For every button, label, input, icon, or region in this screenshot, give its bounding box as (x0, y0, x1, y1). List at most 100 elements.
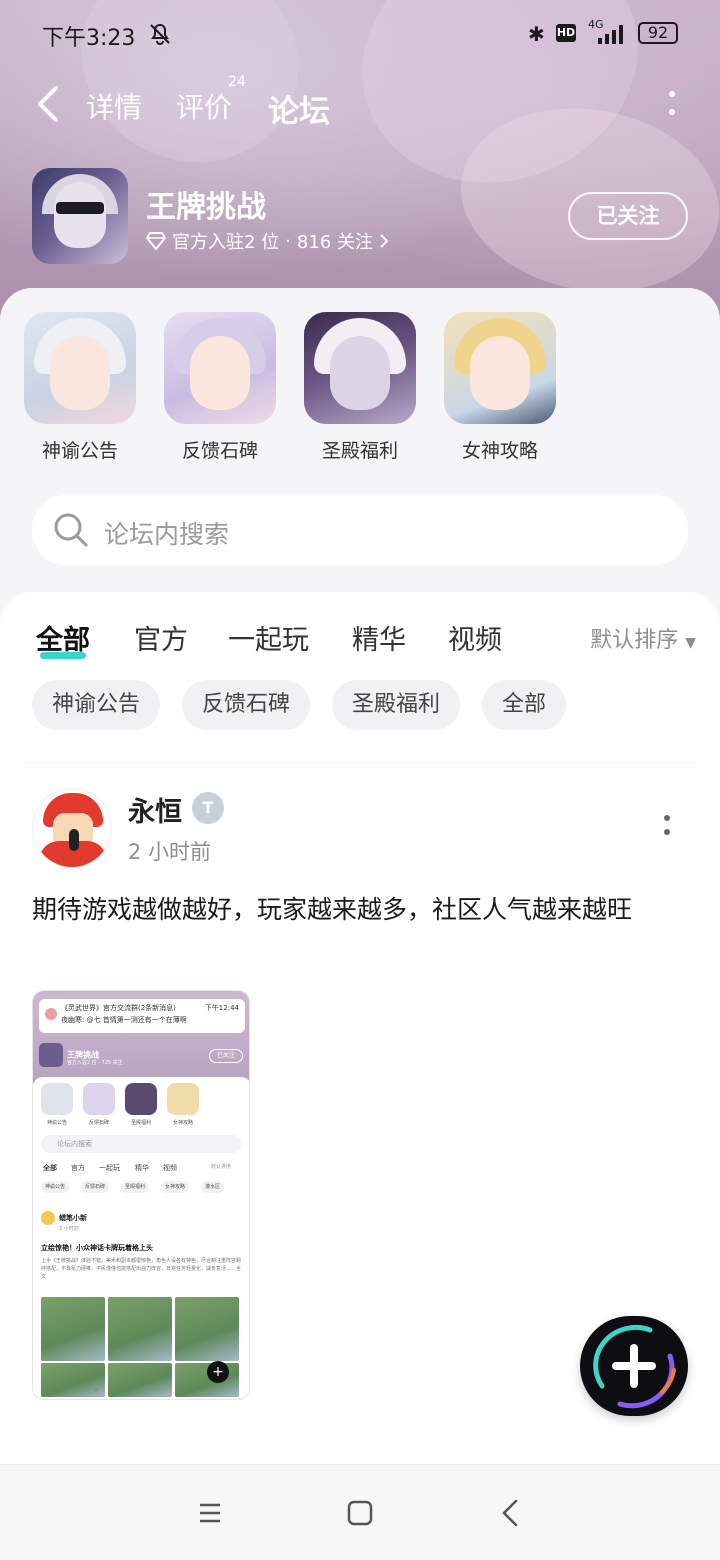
divider (24, 762, 696, 763)
tab-forum[interactable]: 论坛 (268, 86, 330, 131)
image-section-label: 女神攻略 (172, 1120, 193, 1126)
image-photo-grid (41, 1297, 241, 1397)
tab-details[interactable]: 详情 (86, 86, 142, 126)
image-sort: 默认排序 (211, 1164, 232, 1170)
tab-reviews[interactable]: 评价 (176, 86, 232, 126)
feed-tab-featured[interactable]: 精华 (352, 618, 406, 657)
back-icon[interactable] (492, 1495, 528, 1531)
system-nav-bar (0, 1464, 720, 1560)
section-announcements[interactable]: 神谕公告 (24, 312, 136, 463)
menu-icon[interactable] (192, 1495, 228, 1531)
plus-icon (630, 1344, 638, 1388)
create-post-button[interactable] (580, 1316, 688, 1416)
image-tab: 官方 (71, 1164, 85, 1172)
image-user: 蜡笔小新 3 小时前 (41, 1211, 87, 1232)
status-time: 下午3:23 (42, 26, 136, 51)
search-icon (54, 513, 88, 547)
feed-tabs: 全部 官方 一起玩 精华 视频 默认排序 ▼ (36, 618, 696, 668)
section-avatar (304, 312, 416, 424)
post-image[interactable]: 《灵武世界》官方交流群(2条新消息) 下午12:44 夜幽寒: @七 首情第一测… (32, 990, 250, 1400)
section-benefits[interactable]: 圣殿福利 (304, 312, 416, 463)
feed-tab-play-together[interactable]: 一起玩 (228, 618, 309, 657)
follow-button[interactable]: 已关注 (568, 192, 688, 240)
image-tab: 视频 (163, 1164, 177, 1172)
post-more-icon[interactable] (660, 812, 674, 842)
mute-bell-icon (150, 23, 170, 45)
hd-icon: HD (556, 24, 576, 42)
image-notification: 《灵武世界》官方交流群(2条新消息) 下午12:44 夜幽寒: @七 首情第一测… (39, 999, 245, 1033)
image-tab: 一起玩 (99, 1164, 120, 1172)
image-post-title: 立绘惊艳！小众神话卡牌玩着格上头 (41, 1244, 153, 1252)
image-chip: 神谕公告 (41, 1181, 70, 1193)
follower-count: 816 关注 (296, 232, 373, 253)
image-nav: ≡ □ ‹ (33, 1385, 249, 1399)
top-nav: 详情 评价 24 论坛 (0, 74, 720, 131)
image-tab: 全部 (43, 1164, 57, 1172)
feed-tab-official[interactable]: 官方 (134, 618, 188, 657)
search-input[interactable]: 论坛内搜索 (32, 494, 688, 566)
diamond-icon (146, 232, 166, 250)
chip-benefits[interactable]: 圣殿福利 (332, 680, 461, 730)
section-avatar (24, 312, 136, 424)
game-info: 王牌挑战 官方入驻2 位 · 816 关注 已关注 (32, 168, 692, 268)
post-time: 2 小时前 (128, 840, 212, 864)
back-arrow-icon[interactable] (34, 84, 64, 124)
category-chips: 神谕公告 反馈石碑 圣殿福利 全部 (32, 680, 692, 732)
sort-dropdown[interactable]: 默认排序 ▼ (590, 622, 696, 654)
image-chips: 神谕公告 反馈石碑 圣殿福利 女神攻略 灌水区 (41, 1181, 241, 1193)
search-placeholder: 论坛内搜索 (104, 520, 230, 549)
chip-announcements[interactable]: 神谕公告 (32, 680, 161, 730)
official-count: 官方入驻2 位 (172, 232, 280, 253)
meta-separator: · (285, 230, 291, 252)
signal-icon (598, 25, 623, 44)
image-nav-item: ≡ (93, 1385, 100, 1394)
image-user-time: 3 小时前 (59, 1226, 79, 1232)
image-notice-body: 夜幽寒: @七 首情第一测还有一个在薄啊 (61, 1016, 187, 1024)
image-search: 论坛内搜索 (41, 1135, 241, 1153)
section-label: 反馈石碑 (181, 440, 258, 462)
chevron-right-icon (380, 234, 389, 248)
section-label: 圣殿福利 (321, 440, 398, 462)
image-post-body: 上手《王牌挑战》体验不错，美术和副本都很惊艳，角色人设各有特色，尽合制注重阵容羁… (41, 1258, 242, 1280)
image-nav-item: ‹ (185, 1385, 189, 1394)
post-text: 期待游戏越做越好，玩家越来越多，社区人气越来越旺 (32, 895, 633, 924)
reviews-count-badge: 24 (228, 74, 246, 90)
game-meta[interactable]: 官方入驻2 位 · 816 关注 (146, 228, 389, 254)
section-avatar (164, 312, 276, 424)
image-game-info: 王牌挑战 官方入驻2 位 · 725 关注 (39, 1043, 123, 1067)
home-icon[interactable] (342, 1495, 378, 1531)
section-shortcuts: 神谕公告 反馈石碑 圣殿福利 女神攻略 (24, 312, 704, 462)
image-section-label: 圣殿福利 (130, 1120, 151, 1126)
chip-feedback[interactable]: 反馈石碑 (182, 680, 311, 730)
battery-icon: 92 (638, 22, 678, 44)
image-chip: 反馈石碑 (81, 1181, 110, 1193)
image-panel: 神谕公告 反馈石碑 圣殿福利 女神攻略 论坛内搜索 全部 官方 一起玩 精华 视… (33, 1077, 249, 1399)
chip-all[interactable]: 全部 (482, 680, 567, 730)
forum-panel: 神谕公告 反馈石碑 圣殿福利 女神攻略 论坛内搜索 全部 官方 一起玩 精华 视… (0, 288, 720, 1464)
caret-down-icon: ▼ (685, 635, 696, 651)
image-chip: 女神攻略 (161, 1181, 190, 1193)
game-icon[interactable] (32, 168, 128, 264)
post-username[interactable]: 永恒 (128, 790, 182, 829)
image-tab: 精华 (135, 1164, 149, 1172)
game-title: 王牌挑战 (146, 190, 266, 225)
feed-tab-all[interactable]: 全部 (36, 618, 90, 657)
image-section-label: 反馈石碑 (88, 1120, 109, 1126)
image-nav-item: □ (139, 1385, 147, 1394)
section-label: 神谕公告 (41, 440, 118, 462)
image-username: 蜡笔小新 (59, 1214, 87, 1222)
sort-label: 默认排序 (590, 628, 679, 653)
avatar[interactable] (32, 788, 112, 868)
image-section-label: 神谕公告 (46, 1120, 67, 1126)
image-chip: 圣殿福利 (121, 1181, 150, 1193)
image-notice-time: 下午12:44 (204, 1004, 239, 1012)
section-avatar (444, 312, 556, 424)
feed-tab-video[interactable]: 视频 (448, 618, 502, 657)
image-sections: 神谕公告 反馈石碑 圣殿福利 女神攻略 (41, 1083, 241, 1127)
section-feedback[interactable]: 反馈石碑 (164, 312, 276, 463)
image-game-meta: 官方入驻2 位 · 725 关注 (67, 1060, 123, 1066)
section-guides[interactable]: 女神攻略 (444, 312, 556, 463)
more-options-icon[interactable] (662, 84, 682, 124)
bluetooth-icon: ✱ (528, 22, 545, 46)
image-follow: 已关注 (209, 1049, 243, 1063)
